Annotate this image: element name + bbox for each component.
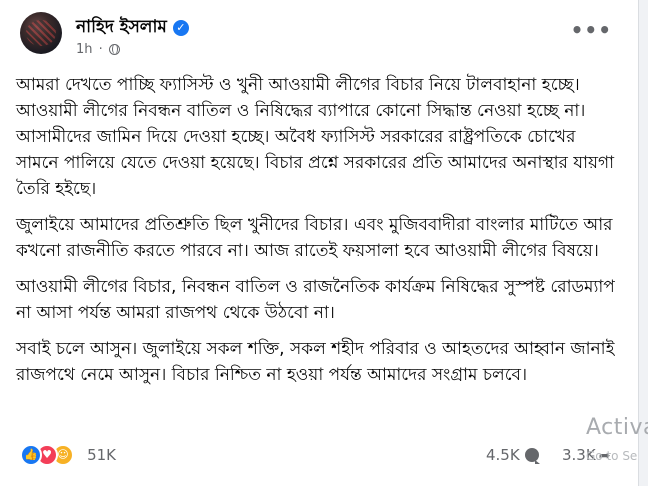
- globe-icon: [108, 44, 120, 55]
- post-header: নাহিদ ইসলাম ✓ 1h · •••: [16, 12, 626, 62]
- more-options-button[interactable]: •••: [571, 20, 612, 40]
- post-paragraph: আমরা দেখতে পাচ্ছি ফ্যাসিস্ট ও খুনী আওয়া…: [16, 75, 615, 199]
- verified-badge-icon: ✓: [172, 20, 189, 36]
- comment-icon: [524, 448, 540, 464]
- post-card: নাহিদ ইসলাম ✓ 1h · ••• আমরা দেখতে পাচ্ছি …: [0, 0, 639, 486]
- comments-count: 4.5K: [486, 446, 520, 464]
- activate-windows-subtext: Go to Se: [586, 449, 638, 463]
- author-name-row: নাহিদ ইসলাম ✓: [76, 14, 189, 42]
- post-stats-bar: 👍 ♥ ☺ 51K 4.5K 3.3K ➦: [16, 440, 626, 470]
- activate-windows-watermark: Activa: [586, 415, 648, 440]
- post-meta: 1h ·: [76, 42, 120, 57]
- reactions-summary[interactable]: 👍 ♥ ☺ 51K: [20, 444, 116, 466]
- avatar[interactable]: [20, 12, 62, 54]
- author-name[interactable]: নাহিদ ইসলাম: [76, 17, 167, 37]
- meta-separator: ·: [98, 42, 103, 57]
- post-time[interactable]: 1h: [76, 42, 93, 57]
- post-body: আমরা দেখতে পাচ্ছি ফ্যাসিস্ট ও খুনী আওয়া…: [16, 72, 622, 398]
- post-paragraph: সবাই চলে আসুন। জুলাইয়ে সকল শক্তি, সকল শ…: [16, 339, 615, 385]
- post-paragraph: জুলাইয়ে আমাদের প্রতিশ্রুতি ছিল খুনীদের …: [16, 215, 613, 261]
- reactions-count[interactable]: 51K: [87, 446, 116, 464]
- comments-count-link[interactable]: 4.5K: [486, 446, 540, 464]
- post-paragraph: আওয়ামী লীগের বিচার, নিবন্ধন বাতিল ও রাজ…: [16, 277, 615, 323]
- like-icon: 👍: [20, 444, 42, 466]
